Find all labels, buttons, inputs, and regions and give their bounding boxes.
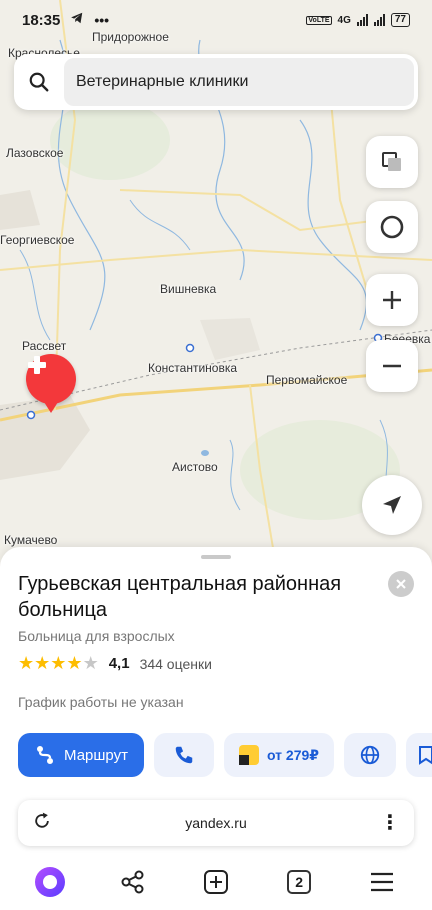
hospital-pin[interactable] — [26, 354, 76, 413]
rating-value: 4,1 — [108, 655, 130, 672]
rating-stars: ★ ★ ★ ★ ★ — [18, 653, 99, 674]
star-icon: ★ — [50, 653, 67, 673]
route-icon — [37, 746, 54, 764]
map-place-label: Константиновка — [148, 361, 238, 375]
status-time: 18:35 — [22, 11, 61, 29]
route-label: Маршрут — [64, 746, 128, 764]
new-tab-button[interactable] — [194, 862, 238, 902]
taxi-icon — [238, 745, 259, 765]
star-icon: ★ — [34, 653, 51, 673]
bookmark-icon — [419, 746, 432, 765]
globe-icon — [360, 745, 380, 765]
star-icon: ★ — [18, 653, 35, 673]
tabs-button[interactable]: 2 — [277, 862, 321, 902]
browser-toolbar: yandex.ru ⋮ 2 — [0, 790, 432, 910]
search-input[interactable]: Ветеринарные клиники — [64, 58, 414, 106]
more-dots-icon: ••• — [94, 12, 110, 28]
map-place-label: Вишневка — [160, 282, 217, 296]
working-hours: График работы не указан — [18, 694, 184, 710]
my-location-button[interactable] — [362, 475, 422, 535]
place-title: Гурьевская центральная районная больница — [18, 573, 342, 621]
plus-square-icon — [203, 870, 228, 894]
tabs-count: 2 — [287, 870, 312, 894]
map-place-label: Кумачево — [4, 533, 58, 547]
battery-indicator: 77 — [390, 13, 410, 27]
call-button[interactable] — [154, 733, 214, 777]
share-button[interactable] — [111, 862, 155, 902]
zoom-in-button[interactable] — [366, 274, 418, 326]
minus-icon — [383, 364, 401, 368]
layers-button[interactable] — [366, 136, 418, 188]
route-button[interactable]: Маршрут — [18, 733, 144, 777]
place-card[interactable]: Гурьевская центральная районная больница… — [0, 547, 432, 790]
action-buttons: Маршрут от 279₽ — [18, 733, 432, 777]
network-label: 4G — [337, 14, 351, 26]
taxi-button[interactable]: от 279₽ — [224, 733, 334, 777]
browser-nav: 2 — [0, 860, 432, 904]
map-place-label: Рассвет — [22, 339, 67, 353]
taxi-price: от 279₽ — [266, 746, 320, 763]
search-icon[interactable] — [14, 71, 64, 93]
map-place-label: Аистово — [172, 460, 218, 474]
status-bar: 18:35 ••• VoLTE 4G 77 — [0, 0, 432, 40]
alice-ring-icon — [380, 215, 404, 239]
reviews-count[interactable]: 344 оценки — [140, 656, 212, 672]
map-place-label: Первомайское — [266, 373, 348, 387]
volte-badge: VoLTE — [306, 15, 332, 25]
zoom-out-button[interactable] — [366, 340, 418, 392]
website-button[interactable] — [344, 733, 396, 777]
signal-icon-2 — [373, 14, 385, 26]
alice-button[interactable] — [28, 862, 72, 902]
close-button[interactable] — [388, 571, 414, 597]
layers-icon — [382, 152, 401, 171]
map-place-label: Георгиевское — [0, 233, 75, 247]
phone-icon — [175, 746, 193, 764]
share-icon — [121, 870, 144, 894]
signal-icon — [356, 14, 368, 26]
star-empty-icon: ★ — [82, 653, 99, 673]
menu-button[interactable] — [360, 862, 404, 902]
address-bar[interactable]: yandex.ru ⋮ — [18, 800, 414, 846]
more-vertical-icon[interactable]: ⋮ — [380, 813, 400, 833]
rating-row[interactable]: ★ ★ ★ ★ ★ 4,1 344 оценки — [18, 653, 212, 674]
telegram-icon — [70, 11, 84, 29]
reload-icon[interactable] — [32, 811, 52, 836]
bookmark-button[interactable] — [406, 733, 432, 777]
drag-handle[interactable] — [201, 555, 231, 559]
search-bar[interactable]: Ветеринарные клиники — [14, 54, 418, 110]
plus-icon — [383, 291, 401, 309]
star-icon: ★ — [66, 653, 83, 673]
hamburger-icon — [371, 872, 394, 892]
map-place-label: Лазовское — [6, 146, 64, 160]
alice-voice-button[interactable] — [366, 201, 418, 253]
place-category: Больница для взрослых — [18, 628, 175, 644]
alice-icon — [34, 867, 65, 897]
close-icon — [396, 579, 406, 589]
url-text[interactable]: yandex.ru — [52, 815, 380, 831]
navigation-arrow-icon — [383, 496, 401, 514]
plus-icon — [28, 356, 46, 374]
